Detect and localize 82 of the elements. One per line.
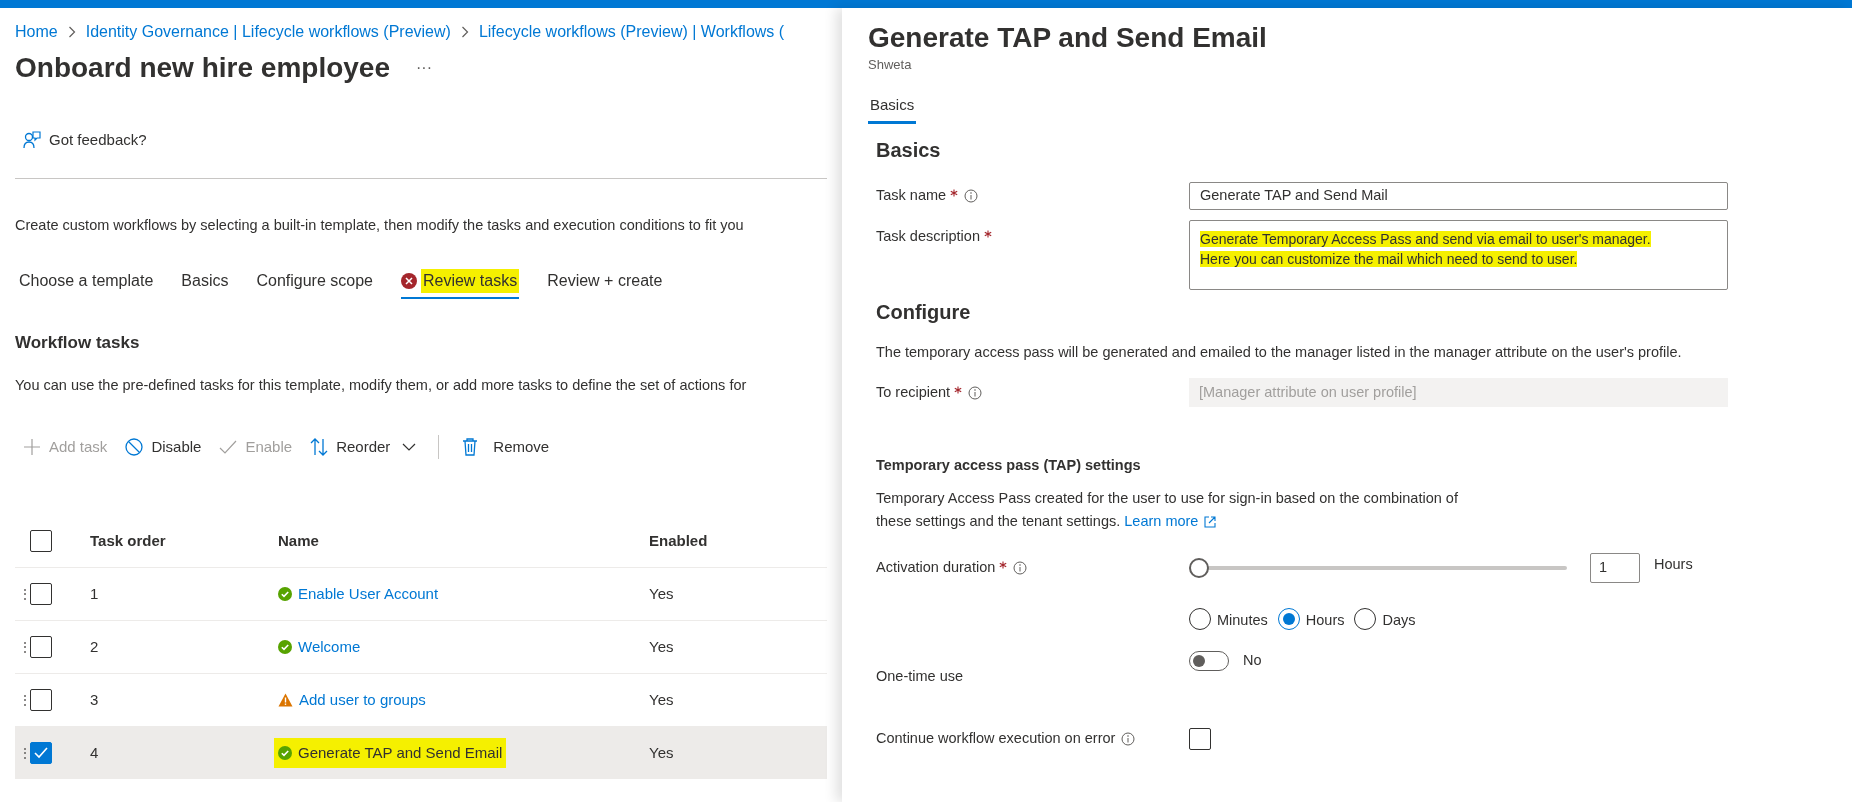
toolbar-button[interactable]: Remove <box>461 435 550 459</box>
breadcrumb-link[interactable]: Lifecycle workflows (Preview) | Workflows ( <box>478 22 785 42</box>
wizard-tab[interactable]: Configure scope <box>256 265 373 299</box>
configure-text: The temporary access pass will be generated and emailed to the manager listed in the manager attribute on the user's profile. <box>876 343 1683 362</box>
description-text: Create custom workflows by selecting a built-in template, then modify the tasks and execution conditions to fit you <box>15 216 745 235</box>
section-heading: Basics <box>876 138 942 163</box>
slider[interactable] <box>1189 558 1567 578</box>
checkbox[interactable] <box>1189 727 1211 750</box>
column-header: Enabled <box>649 530 709 551</box>
table-cell-text: 4 <box>90 742 100 763</box>
column-header: Task order <box>90 530 167 551</box>
panel-subtitle: Shweta <box>868 56 913 74</box>
page-title: Onboard new hire employee <box>15 51 390 85</box>
tap-text: Temporary Access Pass created for the user to use for sign-in based on the combination of these settings and the tenant settings. Learn more <box>876 487 1466 533</box>
table-cell-text: Yes <box>649 742 675 763</box>
section-heading: Configure <box>876 300 972 325</box>
drag-handle[interactable]: ⋮ <box>15 742 30 764</box>
table-row[interactable]: ⋮ 2 Welcome Yes <box>15 620 827 673</box>
field-label: Continue workflow execution on error <box>876 728 1116 748</box>
table-cell-text: Yes <box>649 689 675 710</box>
table-row[interactable]: ⋮ 4 Generate TAP and Send Email Yes <box>15 726 827 779</box>
panel-tab[interactable]: Basics <box>868 90 917 124</box>
task-link[interactable]: Welcome <box>274 631 365 663</box>
checkmark-icon <box>34 747 48 759</box>
description-field[interactable]: Generate Temporary Access Pass and send via email to user's manager. Here you can customize the mail which need to send to user. <box>1189 220 1728 290</box>
field-label: One-time use <box>876 666 964 686</box>
column-header: Name <box>278 530 320 551</box>
row-checkbox[interactable] <box>30 689 52 711</box>
row-checkbox[interactable] <box>30 636 52 658</box>
unit-label: Hours <box>1654 555 1693 575</box>
radio-option[interactable]: Minutes <box>1189 607 1268 632</box>
breadcrumb-link[interactable]: Home <box>15 22 58 42</box>
row-checkbox[interactable] <box>30 742 52 764</box>
field-label: Activation duration <box>876 558 996 578</box>
trash-icon <box>461 438 480 456</box>
learn-more-link[interactable]: Learn more <box>1124 510 1217 533</box>
error-circle-icon <box>400 273 417 289</box>
task-name-field[interactable]: Generate TAP and Send Mail <box>1189 182 1728 210</box>
task-link[interactable]: Enable User Account <box>274 578 443 610</box>
radio-option[interactable]: Days <box>1354 607 1416 632</box>
table-cell-text: 2 <box>90 636 100 657</box>
wizard-tab[interactable]: Basics <box>181 265 229 299</box>
task-link[interactable]: Add user to groups <box>274 684 430 716</box>
person-feedback-icon <box>23 131 41 149</box>
wizard-tab[interactable]: Choose a template <box>19 265 154 299</box>
table-cell-text: Yes <box>649 583 675 604</box>
radio-option[interactable]: Hours <box>1277 607 1345 632</box>
number-field[interactable]: 1 <box>1590 553 1640 583</box>
wizard-tab[interactable]: Review + create <box>547 265 663 299</box>
drag-handle[interactable]: ⋮ <box>15 636 30 658</box>
checkmark-icon <box>219 438 238 456</box>
table-cell-text: Yes <box>649 636 675 657</box>
chevron-down-icon <box>402 443 417 451</box>
breadcrumb-link[interactable]: Identity Governance | Lifecycle workflows (Preview) <box>85 22 451 42</box>
chevron-right-icon <box>460 26 469 38</box>
select-all-checkbox[interactable] <box>30 530 52 552</box>
toggle-switch[interactable] <box>1189 650 1229 671</box>
external-link-icon <box>1204 515 1217 528</box>
plus-icon <box>23 438 41 456</box>
more-button[interactable]: ··· <box>416 56 432 80</box>
subsection-heading: Temporary access pass (TAP) settings <box>876 456 1142 475</box>
toolbar-button[interactable]: Disable <box>125 435 202 459</box>
field-label: Task name <box>876 186 947 206</box>
table-row[interactable]: ⋮ 1 Enable User Account Yes <box>15 567 827 620</box>
table-cell-text: 1 <box>90 583 100 604</box>
prohibited-icon <box>125 438 144 456</box>
toolbar-button[interactable]: Reorder <box>310 435 417 459</box>
drag-handle[interactable]: ⋮ <box>15 583 30 605</box>
up-down-arrows-icon <box>310 438 329 456</box>
field-label: Task description <box>876 227 980 246</box>
drag-handle[interactable]: ⋮ <box>15 689 30 711</box>
panel-title: Generate TAP and Send Email <box>868 21 1268 55</box>
task-link[interactable]: Generate TAP and Send Email <box>274 737 507 769</box>
toggle-label: No <box>1243 650 1262 670</box>
chevron-right-icon <box>67 26 76 38</box>
section-title: Workflow tasks <box>15 332 141 354</box>
slider-thumb[interactable] <box>1189 558 1209 578</box>
section-text: You can use the pre-defined tasks for this template, modify them, or add more tasks to define the set of actions for <box>15 376 748 395</box>
table-cell-text: 3 <box>90 689 100 710</box>
field-label: To recipient <box>876 382 951 402</box>
row-checkbox[interactable] <box>30 583 52 605</box>
feedback-button[interactable]: Got feedback? <box>23 122 147 158</box>
